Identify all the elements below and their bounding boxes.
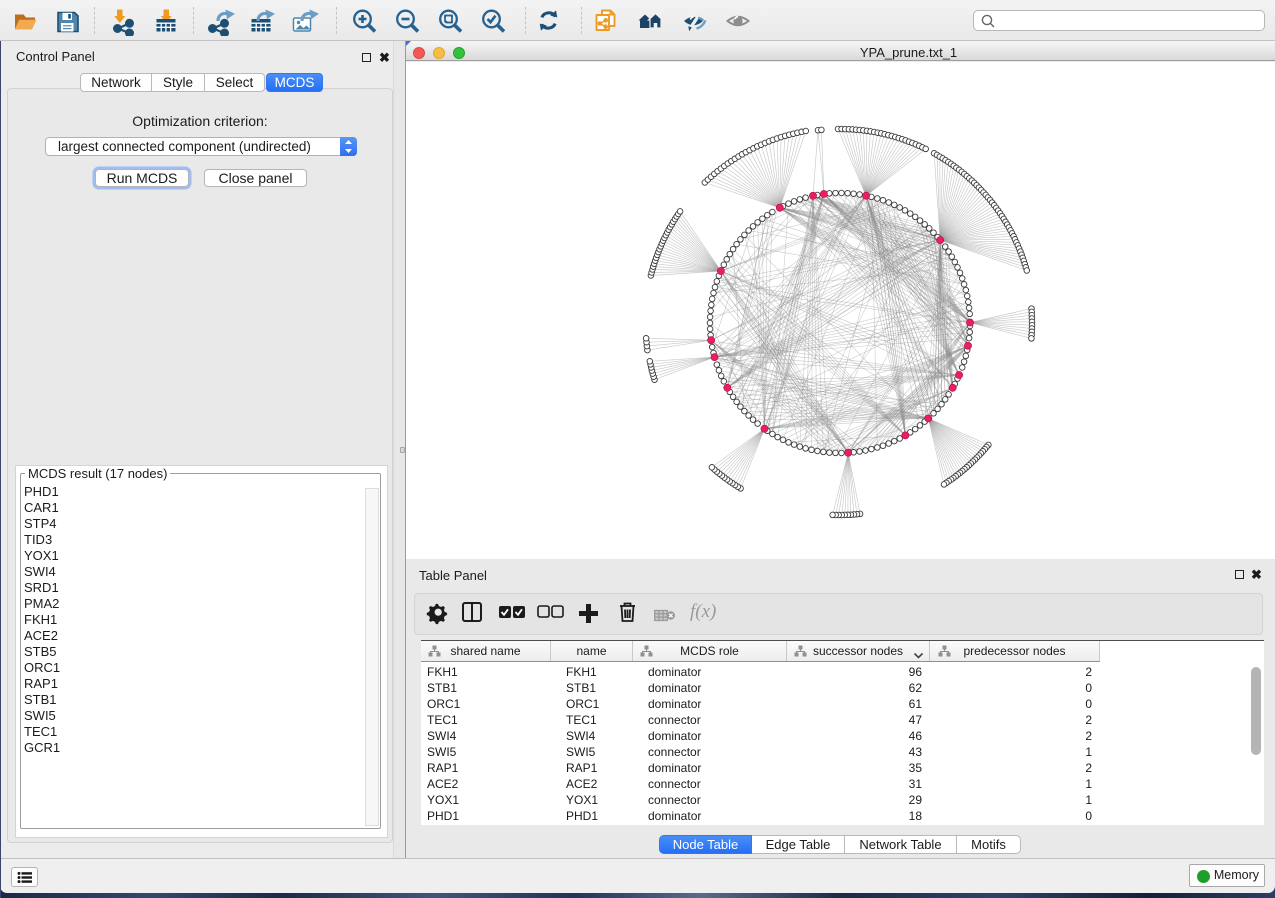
svg-text:f(x): f(x) xyxy=(690,601,716,622)
